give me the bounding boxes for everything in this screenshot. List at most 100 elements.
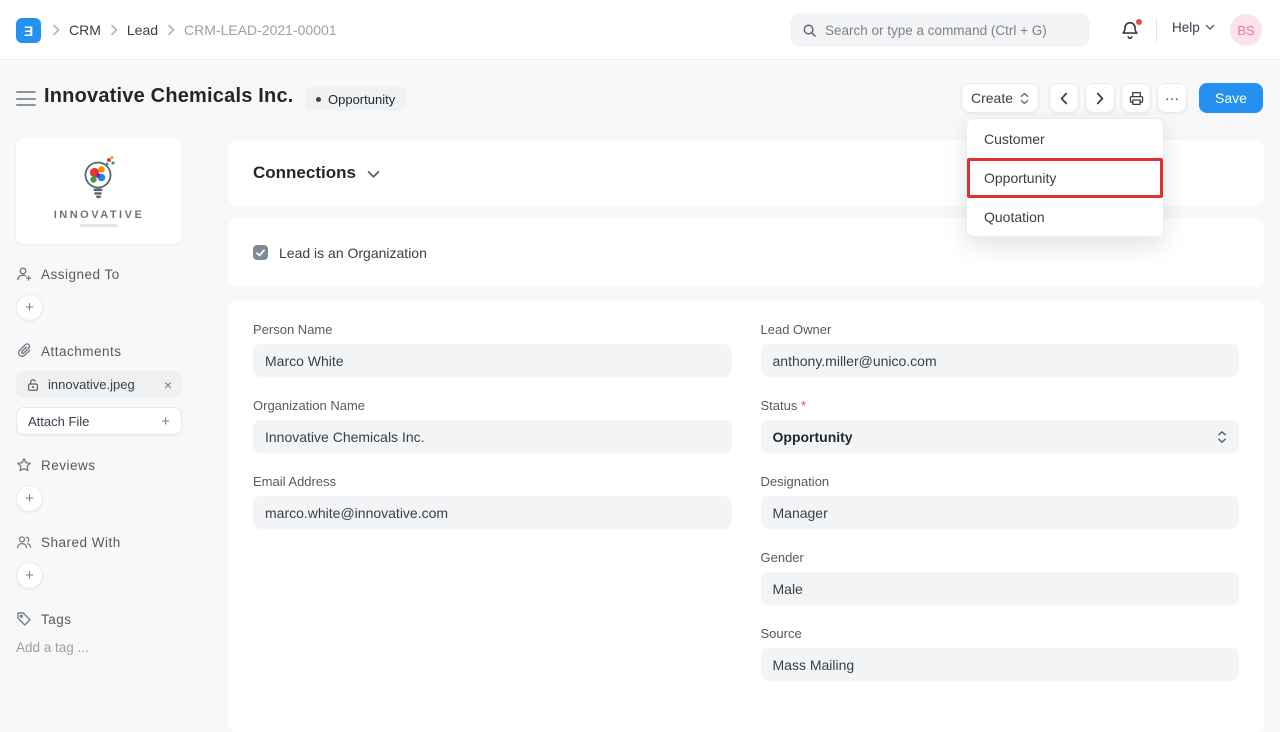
add-share-button[interactable]: +	[16, 562, 43, 589]
lead-details-card: Person Name Organization Name Email Addr…	[228, 300, 1264, 732]
sidebar-toggle-icon[interactable]	[16, 91, 36, 106]
attachment-item[interactable]: innovative.jpeg ×	[16, 371, 182, 398]
form-sidebar: INNOVATIVE Assigned To + Attachments inn…	[16, 138, 182, 655]
save-button[interactable]: Save	[1199, 83, 1263, 113]
attachments-label: Attachments	[41, 344, 122, 359]
menu-item-opportunity[interactable]: Opportunity	[967, 158, 1163, 197]
tag-icon	[16, 611, 32, 627]
breadcrumb: CRM Lead CRM-LEAD-2021-00001	[52, 0, 337, 60]
select-caret-icon	[1217, 430, 1227, 444]
notification-dot	[1136, 19, 1142, 25]
tags-label: Tags	[41, 612, 72, 627]
breadcrumb-doctype[interactable]: Lead	[127, 22, 158, 38]
create-dropdown-button[interactable]: Create	[961, 83, 1039, 113]
user-plus-icon	[16, 266, 32, 282]
plus-icon: +	[161, 413, 170, 430]
chevron-right-icon	[167, 24, 175, 36]
organization-name-input[interactable]	[253, 420, 732, 453]
person-name-input[interactable]	[253, 344, 732, 377]
menu-item-customer[interactable]: Customer	[967, 119, 1163, 158]
status-select[interactable]: Opportunity	[761, 420, 1240, 453]
field-organization-name: Organization Name	[253, 398, 732, 453]
create-label: Create	[971, 90, 1013, 106]
source-label: Source	[761, 626, 1240, 641]
designation-input[interactable]	[761, 496, 1240, 529]
page-title: Innovative Chemicals Inc.	[44, 85, 294, 108]
lightbulb-logo-icon	[71, 155, 127, 207]
lead-image[interactable]: INNOVATIVE	[16, 138, 182, 244]
chevron-down-icon	[1205, 24, 1215, 31]
add-tag-input[interactable]: Add a tag ...	[16, 640, 182, 655]
menu-item-quotation[interactable]: Quotation	[967, 197, 1163, 236]
shared-with-section: Shared With	[16, 534, 182, 550]
breadcrumb-docname: CRM-LEAD-2021-00001	[184, 22, 337, 38]
unlock-icon	[26, 378, 40, 392]
top-navbar: Ǝ CRM Lead CRM-LEAD-2021-00001 Help BS	[0, 0, 1280, 60]
assigned-to-section: Assigned To	[16, 266, 182, 282]
attachment-filename[interactable]: innovative.jpeg	[48, 377, 156, 392]
remove-attachment-icon[interactable]: ×	[164, 377, 172, 393]
status-dot	[316, 97, 321, 102]
global-search[interactable]	[790, 13, 1090, 47]
field-email-address: Email Address	[253, 474, 732, 529]
form-column-left: Person Name Organization Name Email Addr…	[253, 322, 732, 702]
source-input[interactable]	[761, 648, 1240, 681]
field-designation: Designation	[761, 474, 1240, 529]
paperclip-icon	[16, 343, 32, 359]
help-label: Help	[1172, 20, 1200, 35]
status-badge-label: Opportunity	[328, 92, 395, 107]
lead-owner-input[interactable]	[761, 344, 1240, 377]
attach-file-button[interactable]: Attach File +	[16, 407, 182, 435]
add-assignment-button[interactable]: +	[16, 294, 43, 321]
field-source: Source	[761, 626, 1240, 681]
chevron-right-icon	[52, 24, 60, 36]
notifications-bell-icon[interactable]	[1119, 18, 1145, 44]
required-asterisk: *	[801, 398, 806, 413]
search-icon	[802, 23, 817, 38]
add-review-button[interactable]: +	[16, 485, 43, 512]
shared-with-label: Shared With	[41, 535, 121, 550]
search-input[interactable]	[825, 23, 1078, 38]
next-record-button[interactable]	[1085, 83, 1115, 113]
navbar-divider	[1156, 18, 1157, 42]
designation-label: Designation	[761, 474, 1240, 489]
attach-file-label: Attach File	[28, 414, 89, 429]
field-gender: Gender	[761, 550, 1240, 605]
help-menu[interactable]: Help	[1172, 20, 1215, 35]
field-lead-owner: Lead Owner	[761, 322, 1240, 377]
email-address-input[interactable]	[253, 496, 732, 529]
user-avatar[interactable]: BS	[1230, 14, 1262, 46]
logo-tagline	[80, 224, 118, 227]
app-logo-icon[interactable]: Ǝ	[16, 18, 41, 43]
status-label-text: Status	[761, 398, 798, 413]
chevron-down-icon[interactable]	[367, 170, 380, 179]
checkbox-label: Lead is an Organization	[279, 245, 427, 261]
assigned-to-label: Assigned To	[41, 267, 120, 282]
status-value: Opportunity	[773, 429, 1218, 445]
tags-section: Tags	[16, 611, 182, 627]
breadcrumb-module[interactable]: CRM	[69, 22, 101, 38]
more-options-button[interactable]: ···	[1157, 83, 1187, 113]
chevron-right-icon	[1096, 92, 1104, 105]
gender-label: Gender	[761, 550, 1240, 565]
field-status: Status * Opportunity	[761, 398, 1240, 453]
lead-is-organization-checkbox[interactable]	[253, 245, 268, 260]
email-address-label: Email Address	[253, 474, 732, 489]
select-caret-icon	[1020, 92, 1029, 105]
person-name-label: Person Name	[253, 322, 732, 337]
star-icon	[16, 457, 32, 473]
connections-title: Connections	[253, 163, 356, 183]
create-dropdown-menu: Customer Opportunity Quotation	[966, 118, 1164, 237]
form-column-right: Lead Owner Status * Opportunity Designat…	[761, 322, 1240, 702]
printer-icon	[1128, 90, 1145, 107]
prev-record-button[interactable]	[1049, 83, 1079, 113]
logo-text: INNOVATIVE	[54, 209, 145, 221]
status-badge: Opportunity	[305, 87, 406, 111]
print-button[interactable]	[1121, 83, 1151, 113]
attachments-section: Attachments	[16, 343, 182, 359]
gender-input[interactable]	[761, 572, 1240, 605]
chevron-left-icon	[1060, 92, 1068, 105]
reviews-label: Reviews	[41, 458, 96, 473]
reviews-section: Reviews	[16, 457, 182, 473]
organization-name-label: Organization Name	[253, 398, 732, 413]
